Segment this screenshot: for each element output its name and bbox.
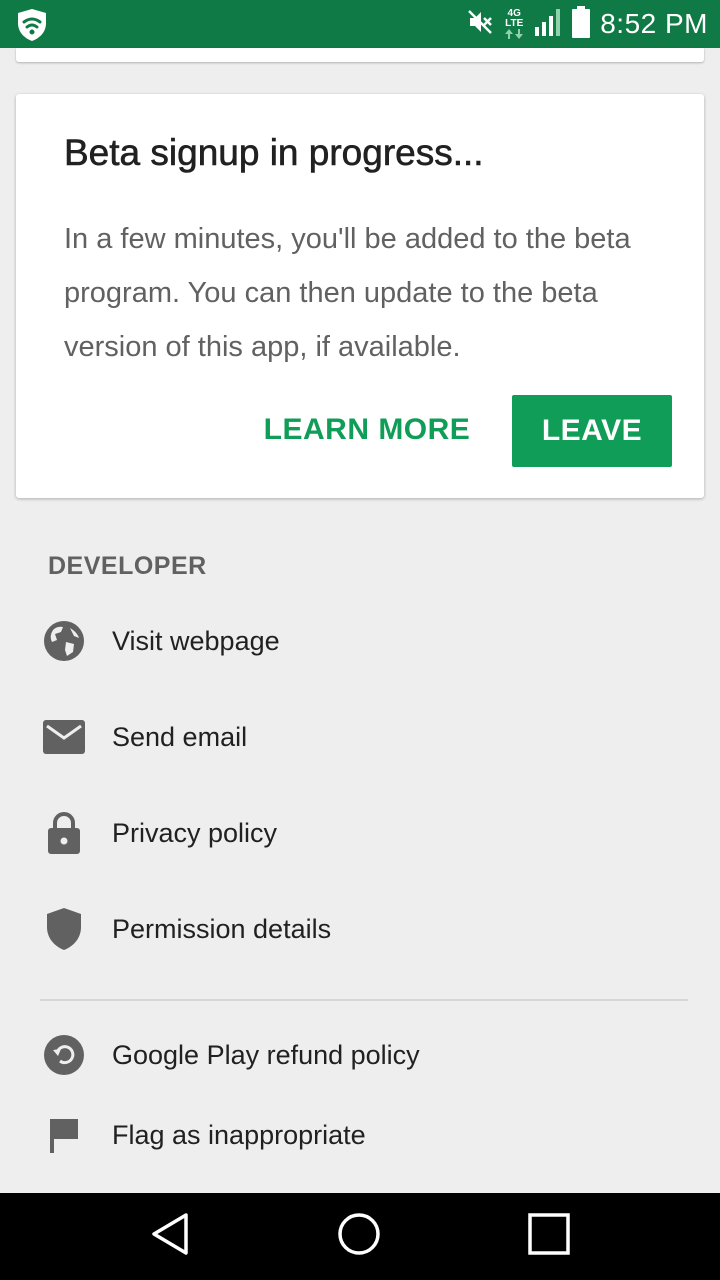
- status-icons: 4G LTE 8:52 PM: [466, 0, 708, 48]
- previous-card-edge: [16, 48, 704, 62]
- signal-icon: [534, 7, 562, 42]
- email-icon: [42, 715, 86, 759]
- privacy-policy-item[interactable]: Privacy policy: [0, 793, 720, 873]
- status-bar: 4G LTE 8:52 PM: [0, 0, 720, 48]
- flag-icon: [42, 1113, 86, 1157]
- back-button[interactable]: [110, 1193, 230, 1280]
- recents-icon: [528, 1213, 570, 1260]
- flag-inappropriate-item[interactable]: Flag as inappropriate: [0, 1095, 720, 1175]
- visit-webpage-label: Visit webpage: [112, 625, 280, 656]
- refund-policy-item[interactable]: Google Play refund policy: [0, 1015, 720, 1095]
- privacy-policy-label: Privacy policy: [112, 817, 278, 848]
- home-icon: [337, 1212, 381, 1261]
- leave-button[interactable]: LEAVE: [512, 395, 672, 467]
- beta-signup-card: Beta signup in progress... In a few minu…: [16, 94, 704, 498]
- refund-icon: [42, 1033, 86, 1077]
- home-button[interactable]: [299, 1193, 419, 1280]
- beta-description: In a few minutes, you'll be added to the…: [64, 223, 631, 363]
- network-sublabel: LTE: [505, 18, 524, 29]
- send-email-item[interactable]: Send email: [0, 697, 720, 777]
- navigation-bar: [0, 1193, 720, 1280]
- flag-inappropriate-label: Flag as inappropriate: [112, 1119, 366, 1150]
- beta-title: Beta signup in progress...: [64, 132, 484, 174]
- lock-icon: [42, 811, 86, 855]
- lte-data-icon: 4G LTE: [504, 9, 524, 39]
- refund-policy-label: Google Play refund policy: [112, 1039, 420, 1070]
- back-icon: [150, 1212, 190, 1261]
- globe-icon: [42, 619, 86, 663]
- muted-speaker-icon: [466, 8, 494, 41]
- shield-logo-icon: [14, 7, 50, 48]
- section-divider: [40, 999, 688, 1001]
- send-email-label: Send email: [112, 721, 248, 752]
- permission-details-item[interactable]: Permission details: [0, 889, 720, 969]
- visit-webpage-item[interactable]: Visit webpage: [0, 601, 720, 681]
- permission-details-label: Permission details: [112, 913, 332, 944]
- battery-icon: [572, 5, 591, 43]
- learn-more-button[interactable]: LEARN MORE: [252, 394, 482, 466]
- shield-icon: [42, 907, 86, 951]
- status-time: 8:52 PM: [600, 8, 708, 39]
- developer-section-header: DEVELOPER: [48, 552, 207, 580]
- recents-button[interactable]: [489, 1193, 609, 1280]
